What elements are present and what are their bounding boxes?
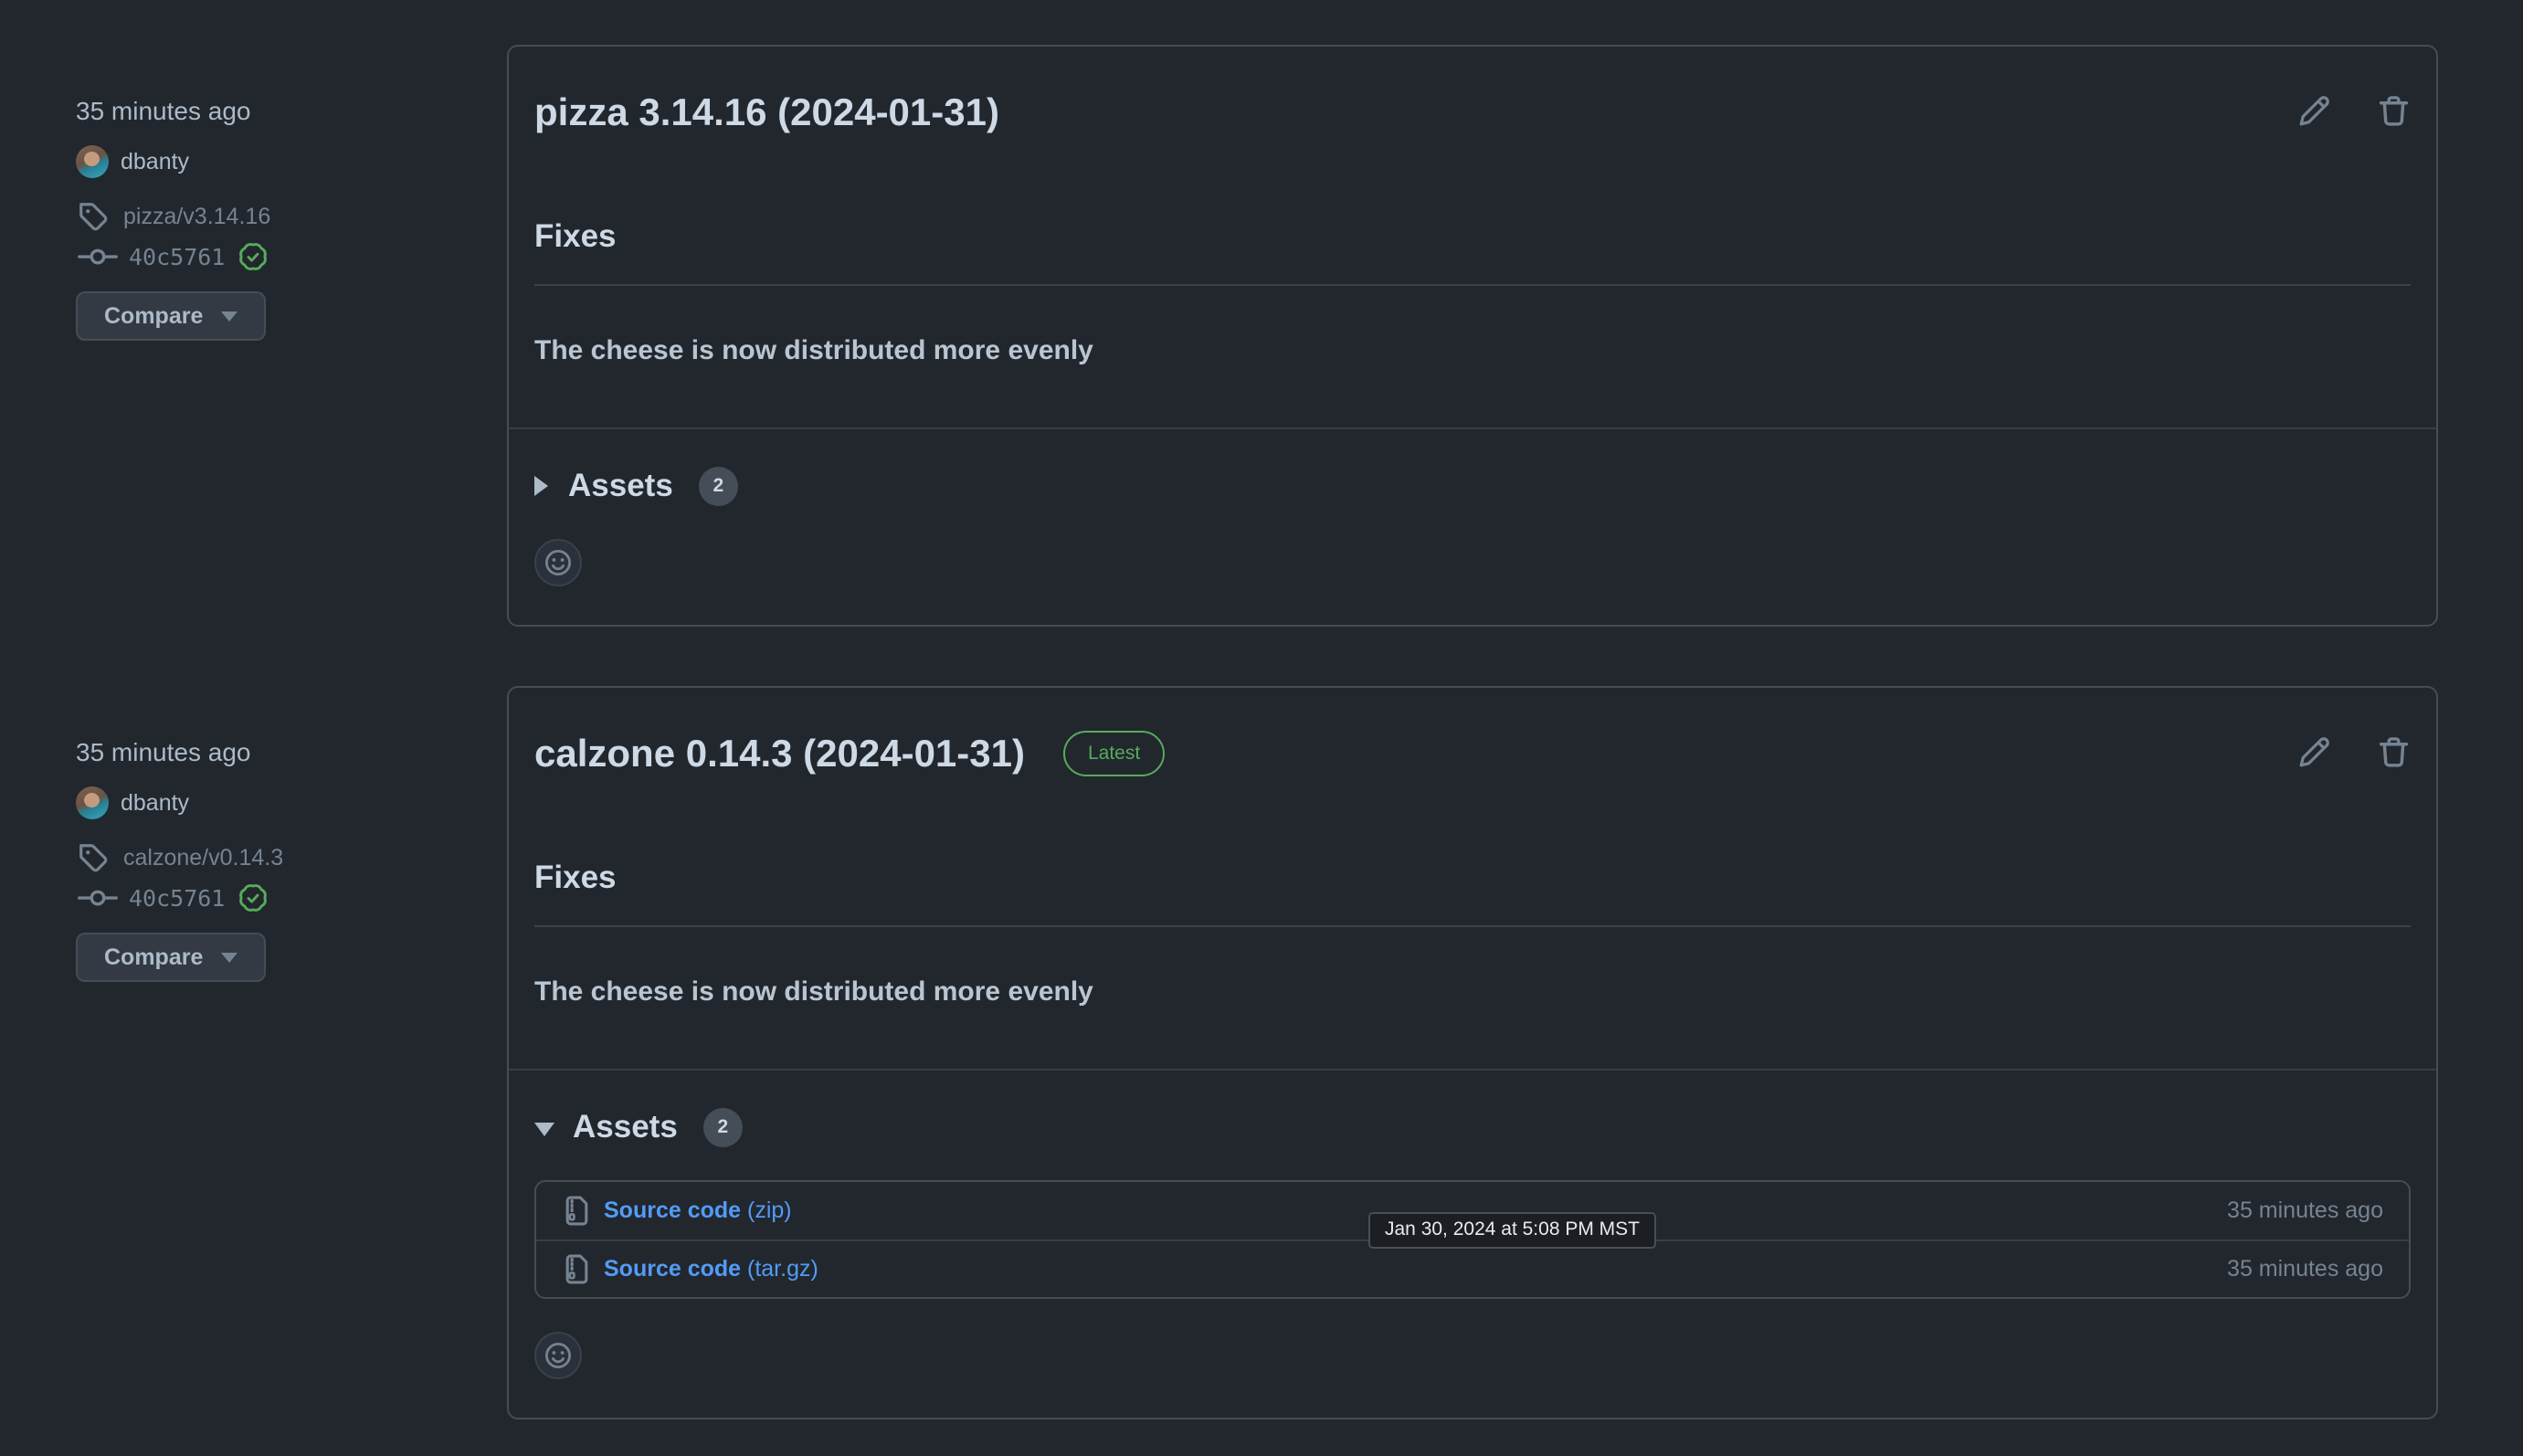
verified-icon[interactable] bbox=[238, 241, 269, 272]
smiley-icon bbox=[544, 1341, 573, 1370]
assets-section: Assets 2 Source code (zip) 35 minutes ag… bbox=[509, 1069, 2436, 1418]
compare-label: Compare bbox=[104, 303, 203, 330]
verified-icon[interactable] bbox=[238, 882, 269, 913]
release-actions bbox=[2297, 94, 2411, 128]
release-author-link[interactable]: dbanty bbox=[76, 145, 189, 178]
releases-page: 35 minutes ago dbanty pizza/v3.14.16 40c… bbox=[0, 0, 2523, 1456]
source-code-targz-link[interactable]: Source code (tar.gz) bbox=[562, 1254, 818, 1284]
release-sidebar: 35 minutes ago dbanty pizza/v3.14.16 40c… bbox=[0, 45, 507, 341]
release-notes-heading: Fixes bbox=[534, 216, 2411, 286]
assets-count-badge: 2 bbox=[703, 1108, 743, 1147]
release-timestamp: 35 minutes ago bbox=[76, 97, 507, 126]
asset-timestamp: 35 minutes ago bbox=[2227, 1256, 2383, 1282]
avatar bbox=[76, 145, 109, 178]
release-notes-heading: Fixes bbox=[534, 858, 2411, 927]
add-reaction-button[interactable] bbox=[534, 1332, 582, 1379]
trash-icon bbox=[2377, 735, 2411, 769]
release-card: pizza 3.14.16 (2024-01-31) Fixes The che… bbox=[507, 45, 2438, 627]
release-tag: pizza/v3.14.16 bbox=[76, 201, 507, 232]
delete-release-button[interactable] bbox=[2377, 94, 2411, 128]
zip-file-icon bbox=[562, 1196, 592, 1226]
assets-label: Assets bbox=[568, 466, 673, 506]
smiley-icon bbox=[544, 548, 573, 577]
avatar bbox=[76, 786, 109, 819]
release-notes-text: The cheese is now distributed more evenl… bbox=[534, 333, 2411, 368]
source-code-zip-link[interactable]: Source code (zip) bbox=[562, 1196, 792, 1226]
date-tooltip: Jan 30, 2024 at 5:08 PM MST bbox=[1368, 1212, 1656, 1249]
compare-button[interactable]: Compare bbox=[76, 291, 266, 341]
triangle-down-icon bbox=[534, 1123, 554, 1136]
latest-release-badge: Latest bbox=[1063, 731, 1165, 776]
asset-suffix: (tar.gz) bbox=[741, 1256, 818, 1282]
chevron-down-icon bbox=[221, 311, 238, 322]
compare-button[interactable]: Compare bbox=[76, 933, 266, 982]
release-pizza: 35 minutes ago dbanty pizza/v3.14.16 40c… bbox=[0, 45, 2523, 627]
add-reaction-button[interactable] bbox=[534, 539, 582, 586]
commit-hash-link[interactable]: 40c5761 bbox=[129, 885, 225, 912]
author-name: dbanty bbox=[121, 790, 189, 817]
asset-name: Source code bbox=[604, 1256, 741, 1282]
assets-toggle[interactable]: Assets 2 bbox=[534, 1107, 743, 1147]
git-commit-icon bbox=[76, 243, 120, 270]
assets-list: Source code (zip) 35 minutes ago Source … bbox=[534, 1180, 2411, 1299]
asset-timestamp: 35 minutes ago bbox=[2227, 1198, 2383, 1224]
delete-release-button[interactable] bbox=[2377, 735, 2411, 769]
release-card-header: calzone 0.14.3 (2024-01-31) Latest Fixes… bbox=[509, 688, 2436, 1069]
tag-icon bbox=[78, 201, 109, 232]
chevron-down-icon bbox=[221, 953, 238, 963]
pencil-icon bbox=[2297, 94, 2331, 128]
release-title: pizza 3.14.16 (2024-01-31) bbox=[534, 89, 2297, 136]
triangle-right-icon bbox=[534, 476, 548, 496]
compare-label: Compare bbox=[104, 944, 203, 971]
release-tag: calzone/v0.14.3 bbox=[76, 842, 507, 873]
release-calzone: 35 minutes ago dbanty calzone/v0.14.3 40… bbox=[0, 686, 2523, 1419]
asset-name: Source code bbox=[604, 1198, 741, 1223]
release-card-header: pizza 3.14.16 (2024-01-31) Fixes The che… bbox=[509, 47, 2436, 427]
release-commit: 40c5761 bbox=[76, 241, 507, 272]
tag-name: calzone/v0.14.3 bbox=[123, 845, 283, 871]
commit-hash-link[interactable]: 40c5761 bbox=[129, 244, 225, 270]
pencil-icon bbox=[2297, 735, 2331, 769]
release-commit: 40c5761 bbox=[76, 882, 507, 913]
tag-icon bbox=[78, 842, 109, 873]
tag-name: pizza/v3.14.16 bbox=[123, 204, 270, 230]
trash-icon bbox=[2377, 94, 2411, 128]
assets-section: Assets 2 bbox=[509, 427, 2436, 625]
release-author-link[interactable]: dbanty bbox=[76, 786, 189, 819]
release-actions bbox=[2297, 735, 2411, 769]
release-card: calzone 0.14.3 (2024-01-31) Latest Fixes… bbox=[507, 686, 2438, 1419]
assets-toggle[interactable]: Assets 2 bbox=[534, 466, 738, 506]
zip-file-icon bbox=[562, 1254, 592, 1284]
release-notes-text: The cheese is now distributed more evenl… bbox=[534, 975, 2411, 1009]
release-sidebar: 35 minutes ago dbanty calzone/v0.14.3 40… bbox=[0, 686, 507, 982]
asset-suffix: (zip) bbox=[741, 1198, 792, 1223]
release-title: calzone 0.14.3 (2024-01-31) bbox=[534, 730, 1025, 777]
edit-release-button[interactable] bbox=[2297, 94, 2331, 128]
release-timestamp: 35 minutes ago bbox=[76, 738, 507, 767]
git-commit-icon bbox=[76, 884, 120, 912]
author-name: dbanty bbox=[121, 149, 189, 175]
assets-count-badge: 2 bbox=[699, 467, 738, 506]
edit-release-button[interactable] bbox=[2297, 735, 2331, 769]
assets-label: Assets bbox=[573, 1107, 678, 1147]
